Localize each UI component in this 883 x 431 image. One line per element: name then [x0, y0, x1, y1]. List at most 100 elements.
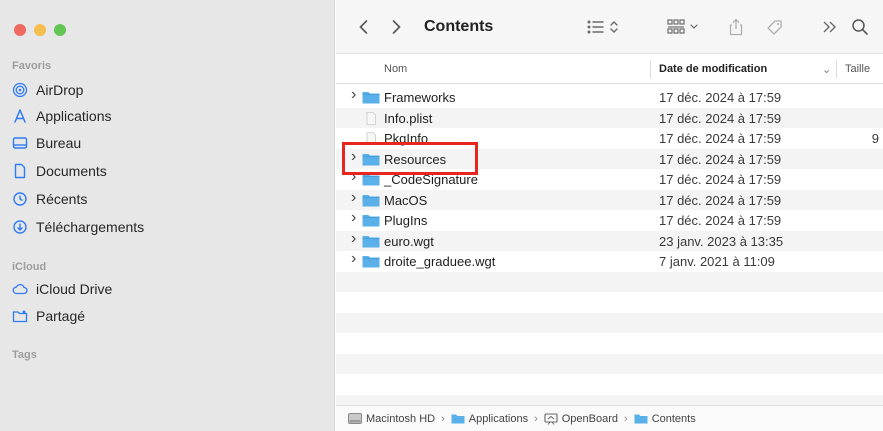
file-name: Frameworks — [384, 90, 456, 105]
folder-icon — [451, 414, 465, 424]
file-name: PlugIns — [384, 213, 428, 228]
sidebar-item-icloud-drive[interactable]: iCloud Drive — [12, 278, 112, 300]
path-separator: › — [441, 412, 445, 425]
file-date: 17 déc. 2024 à 17:59 — [659, 131, 782, 146]
file-row[interactable]: › euro.wgt 23 janv. 2023 à 13:35 — [336, 230, 883, 251]
chevron-right-icon — [392, 20, 401, 34]
sidebar: Favoris AirDrop Applications Bureau Docu… — [0, 0, 335, 431]
download-icon — [12, 219, 28, 235]
file-size: 9 — [871, 131, 879, 146]
sidebar-item-documents[interactable]: Documents — [12, 160, 107, 182]
tag-button[interactable] — [764, 16, 786, 38]
sidebar-section-tags: Tags — [12, 349, 37, 361]
close-window-button[interactable] — [14, 24, 26, 36]
window-controls — [14, 24, 66, 36]
sidebar-item-telechargements[interactable]: Téléchargements — [12, 216, 144, 238]
sidebar-item-label: iCloud Drive — [36, 281, 113, 297]
empty-row — [336, 353, 883, 374]
path-item-applications[interactable]: Applications — [451, 413, 528, 425]
disclosure-chevron-icon[interactable]: › — [351, 209, 361, 227]
main-content: Contents Nom Date de modification ⌄ Tail… — [336, 0, 883, 431]
file-list: › Frameworks 17 déc. 2024 à 17:59 Info.plis… — [336, 86, 883, 415]
file-row[interactable]: Info.plist 17 déc. 2024 à 17:59 — [336, 107, 883, 128]
path-bar: Macintosh HD › Applications › OpenBoard … — [336, 405, 883, 431]
folder-icon — [362, 235, 380, 248]
view-options-button[interactable] — [586, 16, 628, 38]
back-button[interactable] — [354, 16, 374, 38]
more-toolbar-button[interactable] — [820, 16, 840, 38]
disclosure-chevron-icon[interactable]: › — [351, 250, 361, 268]
file-row[interactable]: › MacOS 17 déc. 2024 à 17:59 — [336, 189, 883, 210]
file-icon — [362, 111, 380, 125]
path-item-label: Contents — [651, 412, 696, 425]
forward-button[interactable] — [386, 16, 406, 38]
sidebar-item-bureau[interactable]: Bureau — [12, 132, 81, 154]
empty-row — [336, 374, 883, 395]
empty-row — [336, 333, 883, 354]
folder-icon — [362, 255, 380, 268]
minimize-window-button[interactable] — [34, 24, 46, 36]
file-name: Info.plist — [384, 110, 433, 126]
column-header: Nom Date de modification ⌄ Taille — [336, 54, 883, 84]
file-name: MacOS — [384, 192, 428, 208]
group-button[interactable] — [666, 16, 706, 38]
hard-drive-icon — [348, 413, 362, 424]
file-date: 23 janv. 2023 à 13:35 — [659, 233, 784, 249]
path-item-label: Applications — [468, 412, 529, 425]
file-date: 7 janv. 2021 à 11:09 — [659, 254, 775, 269]
share-button[interactable] — [726, 16, 746, 38]
file-name: droite_graduee.wgt — [384, 254, 496, 269]
highlight-box — [342, 142, 478, 175]
file-row[interactable]: › Frameworks 17 déc. 2024 à 17:59 — [336, 86, 883, 108]
clock-icon — [12, 191, 28, 207]
sidebar-item-recents[interactable]: Récents — [12, 188, 87, 210]
path-item-openboard[interactable]: OpenBoard — [544, 413, 618, 425]
path-item-label: OpenBoard — [561, 412, 619, 425]
sidebar-item-applications[interactable]: Applications — [12, 105, 112, 127]
document-icon — [12, 163, 28, 179]
disclosure-chevron-icon[interactable]: › — [351, 86, 361, 104]
column-separator — [836, 60, 837, 78]
file-row[interactable]: › droite_graduee.wgt 7 janv. 2021 à 11:09 — [336, 250, 883, 272]
sidebar-item-label: AirDrop — [36, 82, 84, 98]
disclosure-chevron-icon[interactable]: › — [351, 230, 361, 248]
share-icon — [729, 18, 743, 36]
path-item-macintosh-hd[interactable]: Macintosh HD — [348, 413, 435, 425]
sidebar-item-label: Téléchargements — [36, 219, 145, 235]
folder-icon — [634, 414, 648, 424]
folder-icon — [362, 91, 380, 104]
file-row[interactable]: › PlugIns 17 déc. 2024 à 17:59 — [336, 209, 883, 231]
sidebar-section-icloud: iCloud — [12, 261, 47, 273]
chevron-left-icon — [359, 20, 368, 34]
cloud-icon — [12, 281, 28, 297]
sidebar-item-label: Partagé — [36, 308, 86, 324]
path-item-contents[interactable]: Contents — [634, 413, 696, 425]
search-icon — [852, 19, 868, 35]
window-title: Contents — [424, 18, 494, 35]
empty-row — [336, 271, 883, 292]
column-size-header[interactable]: Taille — [845, 63, 870, 75]
sidebar-item-airdrop[interactable]: AirDrop — [12, 79, 83, 101]
disclosure-chevron-icon[interactable]: › — [351, 189, 361, 207]
sort-chevron-icon[interactable]: ⌄ — [822, 63, 831, 76]
search-button[interactable] — [850, 16, 870, 38]
path-item-label: Macintosh HD — [366, 412, 436, 425]
sidebar-item-partage[interactable]: Partagé — [12, 305, 85, 327]
sidebar-item-label: Applications — [36, 108, 112, 124]
applications-icon — [12, 108, 28, 124]
file-date: 17 déc. 2024 à 17:59 — [659, 172, 782, 187]
column-separator — [650, 60, 651, 78]
zoom-window-button[interactable] — [54, 24, 66, 36]
double-chevron-icon — [823, 21, 836, 33]
file-date: 17 déc. 2024 à 17:59 — [659, 90, 782, 105]
path-separator: › — [534, 412, 538, 425]
sidebar-item-label: Bureau — [36, 135, 82, 151]
file-date: 17 déc. 2024 à 17:59 — [659, 110, 782, 126]
sidebar-section-favoris: Favoris — [12, 60, 52, 72]
column-name-header[interactable]: Nom — [384, 63, 407, 75]
column-date-header[interactable]: Date de modification — [659, 63, 767, 75]
sidebar-item-label: Documents — [36, 163, 107, 179]
list-view-icon — [587, 20, 618, 34]
tag-icon — [767, 20, 782, 35]
empty-row — [336, 312, 883, 333]
